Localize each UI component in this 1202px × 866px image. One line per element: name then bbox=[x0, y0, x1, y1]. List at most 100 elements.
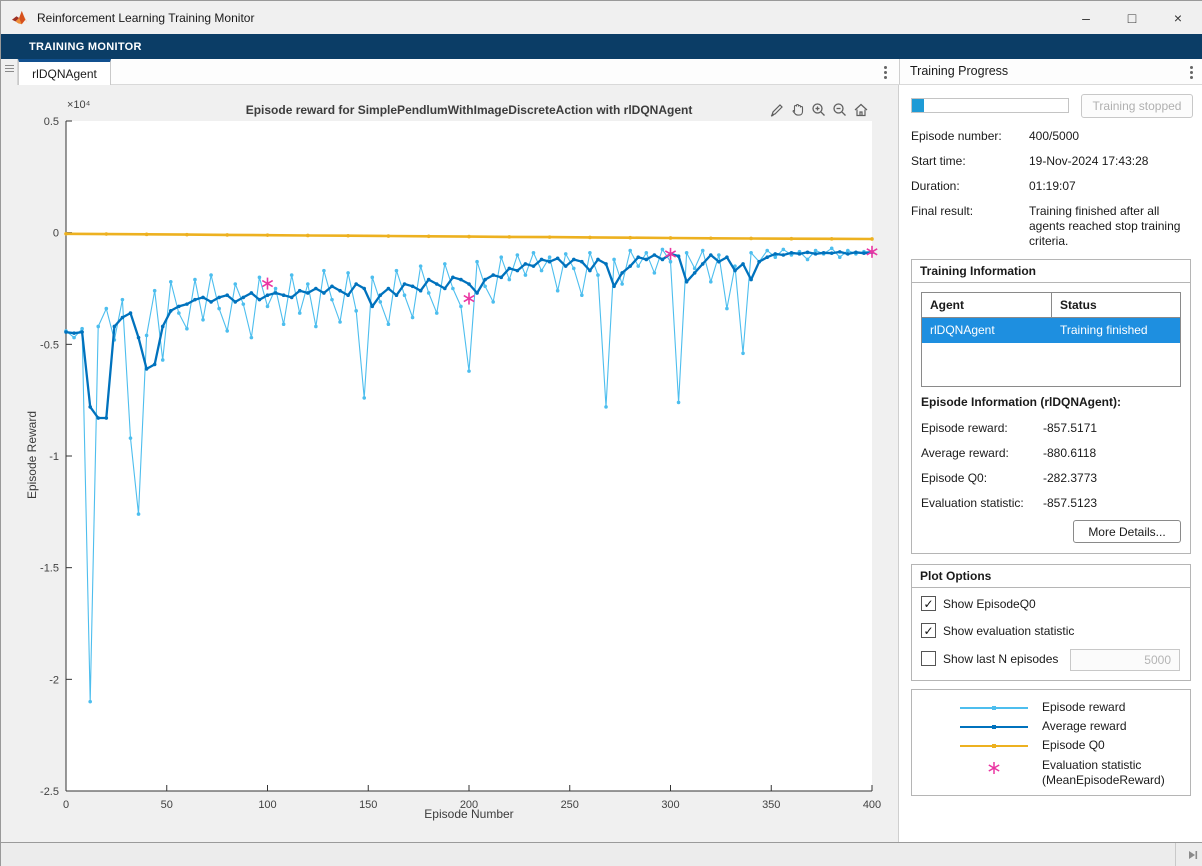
matlab-logo-icon bbox=[11, 10, 29, 26]
legend-item-episode-q0: Episode Q0 bbox=[912, 738, 1190, 754]
duration-label: Duration: bbox=[911, 179, 1029, 193]
legend-label: Evaluation statistic (MeanEpisodeReward) bbox=[1042, 758, 1184, 788]
window-title: Reinforcement Learning Training Monitor bbox=[37, 11, 254, 25]
status-cell: Training finished bbox=[1052, 318, 1180, 343]
plot-options-title: Plot Options bbox=[912, 565, 1190, 588]
table-row-selected[interactable]: rlDQNAgent Training finished bbox=[922, 318, 1180, 343]
final-result-value: Training finished after all agents reach… bbox=[1029, 204, 1183, 249]
show-last-n-episodes-label: Show last N episodes bbox=[943, 652, 1058, 666]
agent-column-header[interactable]: Agent bbox=[922, 293, 1052, 317]
document-tab-strip: rlDQNAgent bbox=[1, 59, 899, 85]
plot-options-group: Plot Options ✓ Show EpisodeQ0 ✓ Show eva… bbox=[911, 564, 1191, 681]
show-episodeq0-checkbox[interactable]: ✓ bbox=[921, 596, 936, 611]
average-reward-value: -880.6118 bbox=[1043, 446, 1096, 460]
training-progress-panel: Training stopped Episode number:400/5000… bbox=[899, 85, 1202, 842]
training-stopped-button[interactable]: Training stopped bbox=[1081, 94, 1193, 118]
svg-text:0: 0 bbox=[53, 228, 59, 240]
table-header-row: Agent Status bbox=[922, 293, 1180, 318]
start-time-value: 19-Nov-2024 17:43:28 bbox=[1029, 154, 1183, 169]
average-reward-label: Average reward: bbox=[921, 446, 1043, 460]
chart-legend: Episode reward Average reward Episode Q0… bbox=[911, 689, 1191, 796]
svg-text:-0.5: -0.5 bbox=[40, 339, 59, 351]
pan-hand-icon[interactable] bbox=[789, 101, 807, 119]
legend-label: Episode reward bbox=[1042, 700, 1184, 715]
legend-label: Episode Q0 bbox=[1042, 738, 1184, 753]
y-axis-label: Episode Reward bbox=[25, 380, 39, 530]
restore-view-home-icon[interactable] bbox=[852, 101, 870, 119]
episode-number-value: 400/5000 bbox=[1029, 129, 1183, 144]
episode-q0-swatch bbox=[960, 745, 1028, 747]
ribbon-tab-training-monitor[interactable]: TRAINING MONITOR bbox=[29, 41, 142, 53]
episode-reward-row: Episode reward:-857.5171 bbox=[921, 421, 1097, 435]
episode-q0-value: -282.3773 bbox=[1043, 471, 1097, 485]
final-result-label: Final result: bbox=[911, 204, 1029, 218]
progress-bar bbox=[911, 98, 1069, 113]
right-panel-title: Training Progress bbox=[910, 64, 1008, 78]
summary-row: Final result:Training finished after all… bbox=[911, 204, 1183, 249]
chart-panel: Episode reward for SimplePendlumWithImag… bbox=[1, 85, 899, 842]
toolstrip-ribbon: TRAINING MONITOR bbox=[1, 34, 1202, 59]
episode-reward-value: -857.5171 bbox=[1043, 421, 1097, 435]
average-reward-swatch bbox=[960, 726, 1028, 728]
svg-text:-1.5: -1.5 bbox=[40, 563, 59, 575]
episode-information-title: Episode Information (rlDQNAgent): bbox=[921, 395, 1121, 409]
maximize-button[interactable]: □ bbox=[1109, 1, 1155, 34]
agent-status-table: Agent Status rlDQNAgent Training finishe… bbox=[921, 292, 1181, 387]
training-information-group: Training Information Agent Status rlDQNA… bbox=[911, 259, 1191, 554]
panel-handle[interactable] bbox=[1, 59, 18, 85]
episode-reward-label: Episode reward: bbox=[921, 421, 1043, 435]
export-icon[interactable] bbox=[768, 101, 786, 119]
app-window: Reinforcement Learning Training Monitor … bbox=[0, 0, 1202, 866]
show-episodeq0-option[interactable]: ✓ Show EpisodeQ0 bbox=[921, 596, 1036, 611]
episode-number-label: Episode number: bbox=[911, 129, 1029, 143]
evaluation-statistic-row: Evaluation statistic:-857.5123 bbox=[921, 496, 1097, 510]
training-progress-header: Training Progress bbox=[899, 59, 1202, 85]
x-axis-label: Episode Number bbox=[66, 807, 872, 821]
svg-text:-1: -1 bbox=[49, 451, 59, 463]
legend-item-average-reward: Average reward bbox=[912, 719, 1190, 735]
episode-q0-row: Episode Q0:-282.3773 bbox=[921, 471, 1097, 485]
svg-text:0.5: 0.5 bbox=[44, 116, 59, 128]
show-evaluation-statistic-option[interactable]: ✓ Show evaluation statistic bbox=[921, 623, 1074, 638]
evaluation-statistic-label: Evaluation statistic: bbox=[921, 496, 1043, 510]
svg-text:-2.5: -2.5 bbox=[40, 786, 59, 798]
evaluation-statistic-asterisk-icon bbox=[986, 760, 1002, 776]
show-episodeq0-label: Show EpisodeQ0 bbox=[943, 597, 1036, 611]
minimize-button[interactable]: – bbox=[1063, 1, 1109, 34]
start-time-label: Start time: bbox=[911, 154, 1029, 168]
reward-chart[interactable]: 0501001502002503003504000.50-0.5-1-1.5-2… bbox=[1, 85, 899, 842]
status-column-header[interactable]: Status bbox=[1052, 293, 1180, 317]
show-last-n-episodes-checkbox[interactable]: ✓ bbox=[921, 651, 936, 666]
training-information-title: Training Information bbox=[912, 260, 1190, 283]
duration-value: 01:19:07 bbox=[1029, 179, 1183, 194]
show-evaluation-statistic-checkbox[interactable]: ✓ bbox=[921, 623, 936, 638]
agent-cell: rlDQNAgent bbox=[922, 318, 1052, 343]
panel-options-kebab-icon[interactable] bbox=[1183, 61, 1199, 83]
axes-toolbar bbox=[768, 101, 870, 119]
show-last-n-episodes-option[interactable]: ✓ Show last N episodes bbox=[921, 651, 1058, 666]
tab-rldqnagent[interactable]: rlDQNAgent bbox=[18, 59, 111, 85]
more-details-button[interactable]: More Details... bbox=[1073, 520, 1181, 543]
legend-item-evaluation-statistic: Evaluation statistic (MeanEpisodeReward) bbox=[912, 758, 1190, 790]
zoom-out-icon[interactable] bbox=[831, 101, 849, 119]
expand-right-icon[interactable] bbox=[1186, 848, 1200, 862]
tab-options-kebab-icon[interactable] bbox=[877, 61, 893, 83]
legend-label: Average reward bbox=[1042, 719, 1184, 734]
status-bar-divider bbox=[1175, 843, 1176, 866]
svg-text:-2: -2 bbox=[49, 674, 59, 686]
title-bar: Reinforcement Learning Training Monitor bbox=[1, 1, 1202, 34]
status-bar bbox=[1, 842, 1202, 866]
evaluation-statistic-value: -857.5123 bbox=[1043, 496, 1097, 510]
zoom-in-icon[interactable] bbox=[810, 101, 828, 119]
episode-reward-swatch bbox=[960, 707, 1028, 709]
episode-q0-label: Episode Q0: bbox=[921, 471, 1043, 485]
legend-item-episode-reward: Episode reward bbox=[912, 700, 1190, 716]
close-button[interactable]: × bbox=[1155, 1, 1201, 34]
progress-bar-fill bbox=[912, 99, 924, 112]
grip-lines-icon bbox=[5, 65, 14, 74]
average-reward-row: Average reward:-880.6118 bbox=[921, 446, 1096, 460]
last-n-episodes-input[interactable] bbox=[1070, 649, 1180, 671]
summary-row: Start time:19-Nov-2024 17:43:28 bbox=[911, 154, 1183, 169]
show-evaluation-statistic-label: Show evaluation statistic bbox=[943, 624, 1074, 638]
summary-row: Duration:01:19:07 bbox=[911, 179, 1183, 194]
